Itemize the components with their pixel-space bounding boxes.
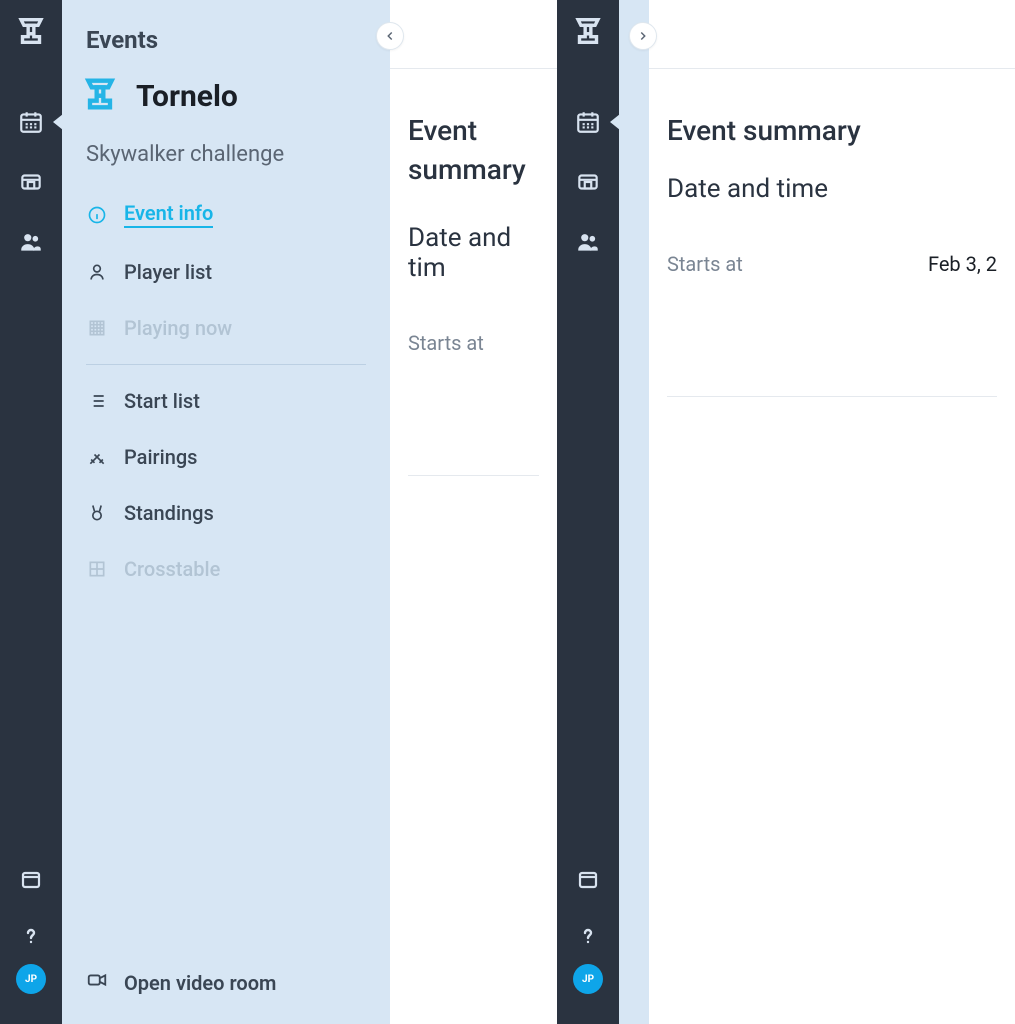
video-icon bbox=[86, 969, 108, 996]
person-icon bbox=[86, 262, 108, 282]
org-name[interactable]: Tornelo bbox=[136, 79, 238, 114]
grid-icon bbox=[86, 559, 108, 579]
sidebar: Events Tornelo Skywalker challenge Event… bbox=[62, 0, 390, 1024]
collapse-sidebar-button[interactable] bbox=[376, 22, 404, 50]
nav-label: Pairings bbox=[124, 445, 197, 469]
rail-window-icon[interactable] bbox=[0, 852, 62, 908]
nav-label: Playing now bbox=[124, 316, 232, 340]
app-logo-icon[interactable] bbox=[14, 14, 48, 52]
expand-sidebar-button[interactable] bbox=[629, 22, 657, 50]
starts-at-label: Starts at bbox=[408, 331, 484, 355]
nav-standings[interactable]: Standings bbox=[86, 485, 366, 541]
app-logo-icon[interactable] bbox=[571, 14, 605, 52]
nav-label: Standings bbox=[124, 501, 214, 525]
rail-help-icon[interactable] bbox=[0, 908, 62, 964]
nav-label: Crosstable bbox=[124, 557, 220, 581]
page-title: Event summary bbox=[408, 111, 539, 189]
content-area: Event summary Date and tim Starts at bbox=[390, 68, 557, 1024]
event-name: Skywalker challenge bbox=[62, 126, 390, 185]
swords-icon bbox=[86, 447, 108, 467]
collapsed-sidebar bbox=[619, 0, 649, 1024]
board-icon bbox=[86, 318, 108, 338]
nav-divider bbox=[86, 364, 366, 365]
page-title: Event summary bbox=[667, 111, 997, 150]
avatar[interactable]: JP bbox=[16, 964, 46, 994]
rail-events[interactable] bbox=[557, 92, 619, 152]
divider bbox=[408, 475, 539, 476]
avatar[interactable]: JP bbox=[573, 964, 603, 994]
nav-label: Event info bbox=[124, 201, 213, 228]
nav-label: Player list bbox=[124, 260, 212, 284]
sidebar-title: Events bbox=[62, 0, 390, 62]
nav-rail: JP bbox=[0, 0, 62, 1024]
nav-playing-now: Playing now bbox=[86, 300, 366, 356]
nav-crosstable: Crosstable bbox=[86, 541, 366, 597]
divider bbox=[667, 396, 997, 397]
starts-at-label: Starts at bbox=[667, 252, 743, 276]
rail-organizations[interactable] bbox=[0, 152, 62, 212]
nav-event-info[interactable]: Event info bbox=[86, 185, 366, 244]
rail-help-icon[interactable] bbox=[557, 908, 619, 964]
content-area: Event summary Date and time Starts at Fe… bbox=[649, 68, 1015, 1024]
medal-icon bbox=[86, 503, 108, 523]
section-title: Date and tim bbox=[408, 223, 539, 283]
rail-events[interactable] bbox=[0, 92, 62, 152]
starts-at-value: Feb 3, 2 bbox=[928, 252, 997, 276]
rail-organizations[interactable] bbox=[557, 152, 619, 212]
rail-players[interactable] bbox=[557, 212, 619, 272]
rail-players[interactable] bbox=[0, 212, 62, 272]
info-icon bbox=[86, 205, 108, 225]
section-title: Date and time bbox=[667, 174, 997, 204]
nav-label: Start list bbox=[124, 389, 200, 413]
nav-start-list[interactable]: Start list bbox=[86, 373, 366, 429]
nav-pairings[interactable]: Pairings bbox=[86, 429, 366, 485]
rail-window-icon[interactable] bbox=[557, 852, 619, 908]
org-logo-icon bbox=[80, 74, 120, 118]
open-video-label: Open video room bbox=[124, 971, 276, 995]
nav-rail: JP bbox=[557, 0, 619, 1024]
open-video-room[interactable]: Open video room bbox=[86, 969, 366, 996]
nav-player-list[interactable]: Player list bbox=[86, 244, 366, 300]
list-icon bbox=[86, 391, 108, 411]
